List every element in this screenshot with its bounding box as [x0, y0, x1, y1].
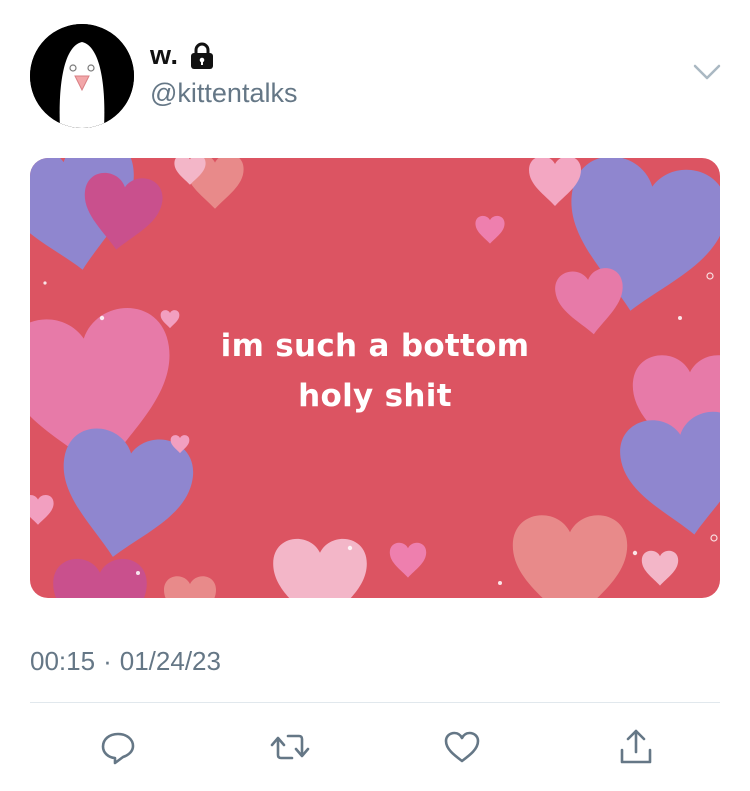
lock-icon	[189, 42, 215, 70]
heart-icon	[444, 731, 480, 763]
avatar[interactable]	[30, 24, 134, 128]
share-icon	[620, 729, 652, 764]
share-button[interactable]	[614, 725, 658, 769]
penguin-avatar-icon	[30, 24, 134, 128]
tweet-media-image[interactable]: im such a bottom holy shit	[30, 158, 720, 598]
media-caption-line-2: holy shit	[298, 378, 452, 414]
tweet-date: 01/24/23	[119, 646, 221, 676]
tweet: w. @kittentalks im such a bottom holy sh…	[0, 0, 750, 791]
tweet-timestamp[interactable]: 00:15 · 01/24/23	[30, 646, 221, 677]
retweet-icon	[270, 734, 310, 760]
chevron-down-icon[interactable]	[692, 62, 722, 82]
tweet-time: 00:15	[30, 646, 96, 676]
retweet-button[interactable]	[268, 725, 312, 769]
like-button[interactable]	[440, 725, 484, 769]
reply-icon	[101, 732, 135, 765]
reply-button[interactable]	[96, 725, 140, 769]
user-handle[interactable]: @kittentalks	[150, 78, 297, 109]
author-name-row: w.	[150, 40, 215, 71]
timestamp-separator: ·	[103, 646, 112, 676]
divider	[30, 702, 720, 703]
display-name[interactable]: w.	[150, 40, 179, 71]
media-caption-line-1: im such a bottom	[220, 328, 530, 364]
